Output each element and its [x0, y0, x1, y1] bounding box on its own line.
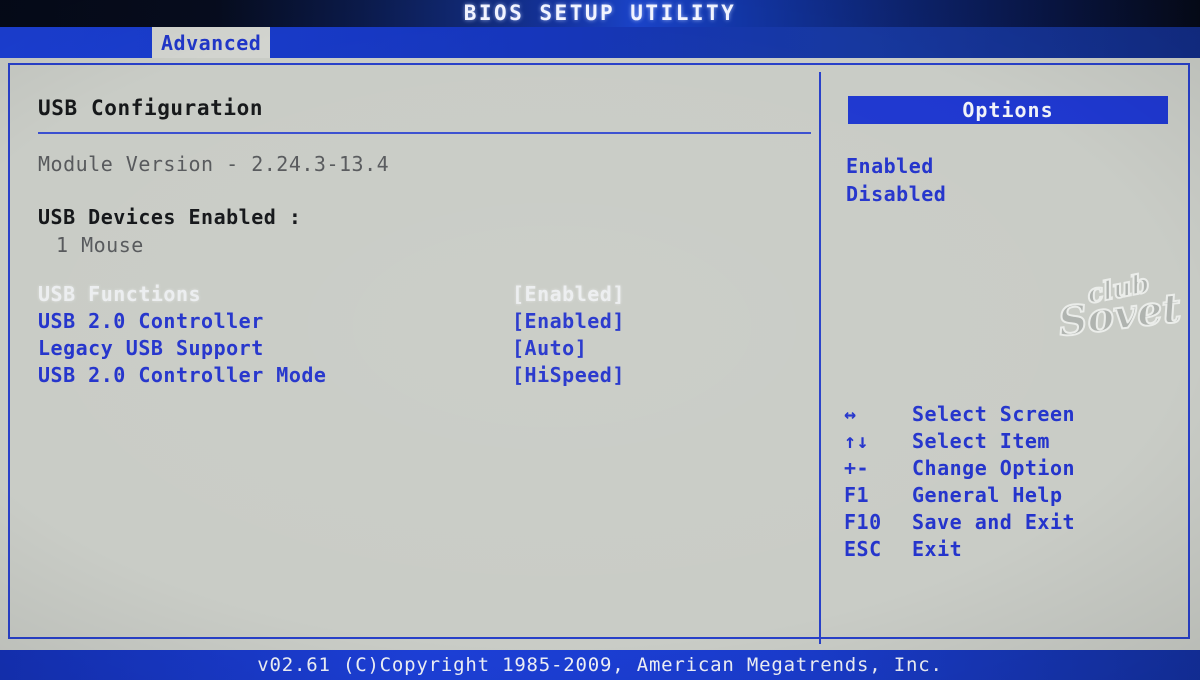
setting-label: Legacy USB Support	[38, 335, 264, 360]
setting-label: USB Functions	[38, 281, 202, 306]
legend-row-change-option: +- Change Option	[834, 454, 1184, 481]
legend-description: General Help	[912, 482, 1063, 507]
watermark-line-1: club	[1084, 268, 1153, 311]
section-divider	[38, 132, 811, 134]
setting-row-usb-2-0-controller-mode[interactable]: USB 2.0 Controller Mode [HiSpeed]	[38, 361, 808, 388]
legend-row-general-help: F1 General Help	[834, 481, 1184, 508]
setting-value[interactable]: [HiSpeed]	[512, 363, 625, 387]
title-bar: BIOS SETUP UTILITY	[0, 0, 1200, 27]
content-frame: USB Configuration Module Version - 2.24.…	[8, 63, 1190, 644]
legend-description: Exit	[912, 536, 963, 561]
esc-key-label: ESC	[844, 536, 882, 561]
usb-devices-enabled-label: USB Devices Enabled :	[38, 205, 302, 229]
legend-description: Change Option	[912, 455, 1076, 480]
plus-minus-icon: +-	[844, 455, 870, 480]
key-legend: ↔ Select Screen ↑↓ Select Item +- Change…	[834, 400, 1184, 562]
legend-description: Select Screen	[912, 401, 1076, 426]
f1-key-label: F1	[844, 482, 870, 507]
main-panel: USB Configuration Module Version - 2.24.…	[20, 70, 820, 646]
setting-label: USB 2.0 Controller Mode	[38, 362, 327, 387]
options-panel: Options Enabled Disabled ↔ Select Screen…	[823, 70, 1192, 646]
setting-value[interactable]: [Enabled]	[512, 282, 625, 306]
page-title: BIOS SETUP UTILITY	[463, 1, 737, 25]
setting-value[interactable]: [Auto]	[512, 336, 587, 360]
options-panel-header: Options	[848, 96, 1168, 124]
tab-advanced[interactable]: Advanced	[152, 27, 271, 58]
panel-divider	[819, 72, 821, 644]
content-area: USB Configuration Module Version - 2.24.…	[0, 58, 1200, 650]
setting-row-usb-2-0-controller[interactable]: USB 2.0 Controller [Enabled]	[38, 307, 808, 334]
setting-row-usb-functions[interactable]: USB Functions [Enabled]	[38, 280, 808, 307]
copyright-text: v02.61 (C)Copyright 1985-2009, American …	[257, 654, 943, 676]
legend-row-select-screen: ↔ Select Screen	[834, 400, 1184, 427]
legend-description: Save and Exit	[912, 509, 1076, 534]
legend-description: Select Item	[912, 428, 1050, 453]
bios-setup-screen: BIOS SETUP UTILITY Advanced USB Configur…	[0, 0, 1200, 680]
setting-row-legacy-usb-support[interactable]: Legacy USB Support [Auto]	[38, 334, 808, 361]
up-down-arrow-icon: ↑↓	[844, 428, 870, 453]
left-right-arrow-icon: ↔	[844, 401, 857, 426]
setting-label: USB 2.0 Controller	[38, 308, 264, 333]
usb-device-list-item: 1 Mouse	[56, 233, 144, 257]
module-version-text: Module Version - 2.24.3-13.4	[38, 152, 390, 176]
watermark-line-2: Sovet	[1055, 283, 1185, 347]
setting-value[interactable]: [Enabled]	[512, 309, 625, 333]
option-item-disabled[interactable]: Disabled	[846, 182, 946, 206]
legend-row-select-item: ↑↓ Select Item	[834, 427, 1184, 454]
legend-row-exit: ESC Exit	[834, 535, 1184, 562]
menu-bar: Advanced	[0, 27, 1200, 58]
option-item-enabled[interactable]: Enabled	[846, 154, 934, 178]
watermark-logo: club Sovet	[1048, 267, 1185, 347]
settings-list: USB Functions [Enabled] USB 2.0 Controll…	[38, 280, 808, 388]
footer-bar: v02.61 (C)Copyright 1985-2009, American …	[0, 650, 1200, 680]
f10-key-label: F10	[844, 509, 882, 534]
section-title: USB Configuration	[38, 96, 264, 120]
legend-row-save-and-exit: F10 Save and Exit	[834, 508, 1184, 535]
tab-advanced-label: Advanced	[161, 30, 262, 55]
